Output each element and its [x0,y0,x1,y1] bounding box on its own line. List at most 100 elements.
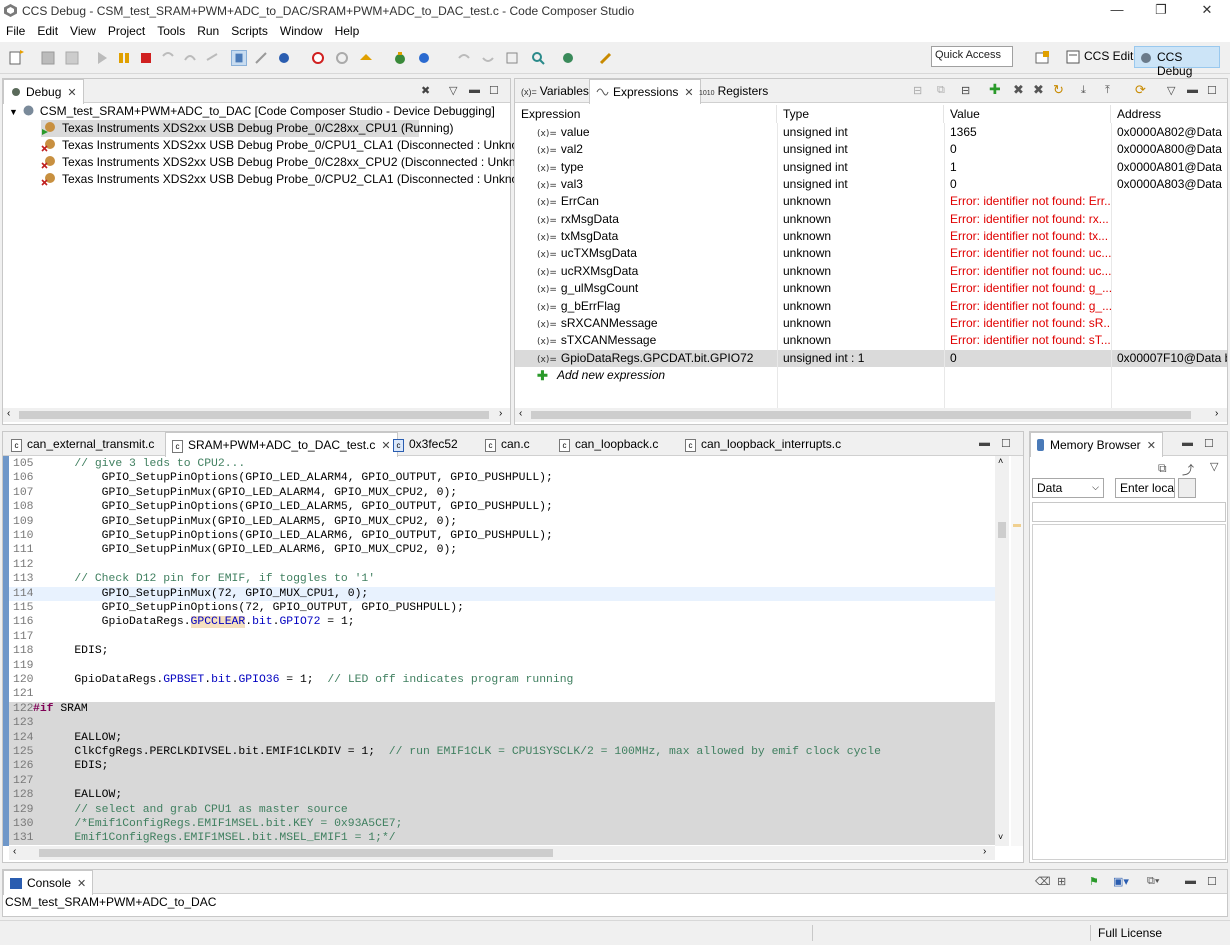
scroll-lock-icon[interactable]: ⊞ [1057,875,1066,888]
maximize-button[interactable]: ❐ [1138,0,1184,22]
close-tab-icon[interactable]: ✕ [67,87,76,99]
tab-expressions[interactable]: Expressions ✕ [589,79,701,104]
debug-core-row-cla1[interactable]: Texas Instruments XDS2xx USB Debug Probe… [41,137,538,154]
expression-row[interactable]: (x)= sTXCANMessage unknown Error: identifie… [515,332,1227,349]
code-line[interactable]: 128 EALLOW; [9,788,995,803]
debug-core-row-cpu2-cla1[interactable]: Texas Instruments XDS2xx USB Debug Probe… [41,171,538,188]
refresh-icon[interactable]: ↻ [1053,82,1064,98]
tab-memory-browser[interactable]: Memory Browser ✕ [1030,432,1163,457]
expression-row[interactable]: (x)= txMsgData unknown Error: identifier no… [515,228,1227,245]
code-line[interactable]: 111 GPIO_SetupPinMux(GPIO_LED_ALARM6, GP… [9,543,995,557]
column-header-expression[interactable]: Expression [515,105,777,123]
code-line[interactable]: 120 GpioDataRegs.GPBSET.bit.GPIO36 = 1; … [9,673,995,687]
expression-row[interactable]: (x)= GpioDataRegs.GPCDAT.bit.GPIO72 unsign… [515,349,1227,367]
load-program-icon[interactable] [358,50,374,66]
restart-icon[interactable] [334,50,350,66]
expression-value-cell[interactable]: 1 [944,159,1111,176]
menu-scripts[interactable]: Scripts [225,22,274,38]
license-status[interactable]: Full License [1098,926,1162,940]
expression-row[interactable]: (x)= val2 unsigned int 0 0x0000A800@Data [515,141,1227,158]
minimize-icon[interactable]: ▬ [1185,875,1196,887]
menu-file[interactable]: File [0,22,31,38]
code-line[interactable]: 126 EDIS; [9,759,995,774]
undo-icon[interactable] [456,50,472,66]
debug-icon[interactable] [392,50,408,66]
reset-icon[interactable] [276,50,292,66]
new-icon[interactable] [8,50,24,66]
editor-tab[interactable]: c 0x3fec52 [387,432,464,456]
menu-help[interactable]: Help [329,22,366,38]
add-new-expression-row[interactable]: ✚ Add new expression [515,367,1227,384]
collapse-icon[interactable]: ⊟ [961,84,970,97]
maximize-icon[interactable]: ☐ [1207,875,1217,888]
open-console-icon[interactable] [504,50,520,66]
debug-session-row[interactable]: ▼ CSM_test_SRAM+PWM+ADC_to_DAC [Code Comp… [9,103,495,120]
expression-row[interactable]: (x)= sRXCANMessage unknown Error: identifie… [515,315,1227,332]
column-header-type[interactable]: Type [777,105,944,123]
expression-value-cell[interactable]: 0 [944,141,1111,158]
flash-icon[interactable] [416,50,432,66]
maximize-icon[interactable]: ☐ [1204,437,1214,450]
view-menu-icon[interactable]: ▽ [1210,460,1218,473]
view-menu-icon[interactable]: ▽ [1167,84,1175,97]
code-editor[interactable]: 105 // give 3 leds to CPU2... 106 GPIO_Se… [9,457,995,845]
menu-view[interactable]: View [64,22,102,38]
code-line[interactable]: 112 [9,558,995,572]
remove-all-icon[interactable]: ✖ [1033,82,1044,98]
code-line[interactable]: 119 [9,659,995,673]
code-line[interactable]: 110 GPIO_SetupPinOptions(GPIO_LED_ALARM6… [9,529,995,543]
collapse-chevron-icon[interactable]: ▼ [9,107,18,117]
scroll-left-icon[interactable]: ‹ [519,408,522,419]
scroll-thumb[interactable] [19,411,489,419]
expressions-horizontal-scrollbar[interactable]: ‹ › [515,408,1227,422]
minimize-icon[interactable]: ▬ [979,437,990,449]
code-line[interactable]: 116 GpioDataRegs.GPCCLEAR.bit.GPIO72 = 1… [9,615,995,629]
step-into-icon[interactable] [160,50,176,66]
quick-access-input[interactable]: Quick Access [931,46,1013,67]
editor-horizontal-scrollbar[interactable]: ‹ › [9,846,995,860]
menu-project[interactable]: Project [102,22,151,38]
expression-row[interactable]: (x)= value unsigned int 1365 0x0000A802@Data [515,124,1227,141]
editor-tab[interactable]: c can_loopback_interrupts.c [679,432,847,456]
expression-value-cell[interactable]: Error: identifier not found: tx... [944,228,1111,245]
scroll-left-icon[interactable]: ‹ [7,408,10,419]
scroll-down-icon[interactable]: ˅ [998,832,1003,842]
expression-value-cell[interactable]: Error: identifier not found: uc... [944,263,1111,280]
save-icon[interactable] [40,50,56,66]
code-line[interactable]: 106 GPIO_SetupPinOptions(GPIO_LED_ALARM4… [9,471,995,485]
expression-value-cell[interactable]: Error: identifier not found: sR... [944,315,1111,332]
scroll-thumb[interactable] [998,522,1006,538]
tab-debug[interactable]: Debug ✕ [3,79,84,104]
tab-variables[interactable]: (x)= Variables [515,79,595,103]
export-icon[interactable]: ⤴ [1182,461,1194,478]
clear-console-icon[interactable]: ⌫ [1035,875,1051,888]
editor-vertical-scrollbar[interactable]: ˄ ˅ [995,456,1009,846]
view-menu-icon[interactable]: ▽ [449,84,457,97]
tab-registers[interactable]: 1010 Registers [693,79,774,103]
add-expression-icon[interactable]: ✚ [989,81,1001,98]
pin-console-icon[interactable]: ⚑ [1089,875,1099,888]
expression-row[interactable]: (x)= type unsigned int 1 0x0000A801@Data [515,159,1227,176]
code-line[interactable]: 115 GPIO_SetupPinOptions(72, GPIO_OUTPUT… [9,601,995,615]
close-button[interactable]: ✕ [1184,0,1230,22]
run-tools-icon[interactable] [560,50,576,66]
expression-value-cell[interactable]: Error: identifier not found: g_... [944,298,1111,315]
code-line[interactable]: 129 // select and grab CPU1 as master so… [9,802,995,817]
debug-horizontal-scrollbar[interactable]: ‹ › [3,408,510,422]
code-line[interactable]: 123 [9,716,995,731]
expression-row[interactable]: (x)= val3 unsigned int 0 0x0000A803@Data [515,176,1227,193]
overview-marker[interactable] [1013,524,1021,527]
minimize-icon[interactable]: ▬ [1182,437,1193,449]
expression-row[interactable]: (x)= rxMsgData unknown Error: identifier no… [515,211,1227,228]
go-button[interactable] [1178,478,1196,498]
menu-window[interactable]: Window [274,22,329,38]
minimize-icon[interactable]: ▬ [1187,84,1198,96]
minimize-icon[interactable]: ▬ [469,84,480,96]
maximize-icon[interactable]: ☐ [489,84,499,97]
expression-value-cell[interactable]: Error: identifier not found: sT... [944,332,1111,349]
debug-core-row-cpu2[interactable]: Texas Instruments XDS2xx USB Debug Probe… [41,154,542,171]
memory-contents[interactable] [1032,524,1226,860]
continuous-refresh-icon[interactable]: ⟳ [1135,82,1146,98]
editor-tab[interactable]: c can.c [479,432,536,456]
scroll-right-icon[interactable]: › [499,408,502,419]
